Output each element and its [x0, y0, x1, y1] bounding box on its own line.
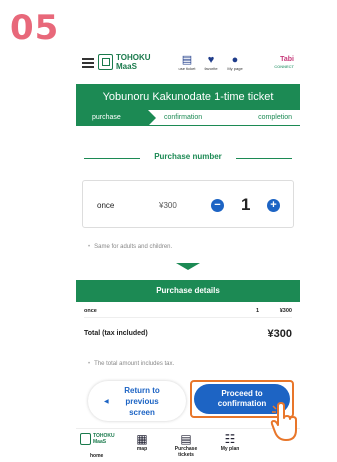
- header-my-page-label: My page: [227, 66, 243, 71]
- ticket-icon: ▤: [180, 432, 192, 446]
- tabi-logo-sub: CONNECT: [274, 64, 294, 69]
- nav-my-plan[interactable]: ☷ My plan: [212, 432, 248, 452]
- decrement-button[interactable]: −: [211, 199, 224, 212]
- details-item-price: ¥300: [279, 308, 292, 314]
- back-arrow-icon: ◀: [104, 399, 109, 405]
- total-value: ¥300: [267, 328, 292, 340]
- note-tax-included: The total amount includes tax.: [88, 361, 174, 367]
- person-icon: ●: [231, 54, 239, 66]
- total-label: Total (tax included): [84, 330, 148, 337]
- nav-logo-text: TOHOKU MaaS: [93, 433, 115, 445]
- step-purchase: purchase: [76, 110, 156, 126]
- heading-rule-right: [236, 158, 292, 159]
- return-label-line1: Return to: [124, 386, 160, 395]
- purchase-number-heading: Purchase number: [84, 152, 292, 164]
- nav-map-label: map: [136, 446, 148, 452]
- app-header: TOHOKU MaaS ▤ use ticket ♥ favorite ● My…: [76, 48, 300, 82]
- nav-home-label: home: [90, 453, 104, 459]
- return-to-previous-button[interactable]: ◀ Return to previous screen: [88, 381, 186, 421]
- logo-text-top: TOHOKU: [116, 53, 151, 62]
- return-label-line2: previous: [125, 397, 159, 406]
- plan-icon: ☷: [224, 432, 236, 446]
- bottom-navigation: TOHOKU MaaS home ▦ map ▤ Purchase ticket…: [76, 428, 300, 462]
- quantity-value: 1: [241, 195, 251, 214]
- progress-steps: purchase confirmation completion: [76, 110, 300, 126]
- details-item-name: once: [84, 308, 97, 314]
- nav-map[interactable]: ▦ map: [124, 432, 160, 452]
- phone-screen: TOHOKU MaaS ▤ use ticket ♥ favorite ● My…: [76, 48, 300, 462]
- pointing-hand-icon: [270, 402, 297, 441]
- tabi-logo-text: Tabi: [280, 56, 294, 63]
- heart-icon: ♥: [207, 54, 215, 66]
- proceed-label-line1: Proceed to: [221, 389, 263, 398]
- down-arrow-icon: [176, 263, 200, 270]
- header-use-ticket[interactable]: ▤ use ticket: [176, 54, 198, 71]
- nav-purchase-tickets[interactable]: ▤ Purchase tickets: [168, 432, 204, 458]
- ticket-unit-price: ¥300: [159, 201, 177, 210]
- logo-text-bottom: MaaS: [116, 62, 137, 71]
- nav-logo-line2: MaaS: [93, 439, 107, 445]
- header-favorite[interactable]: ♥ favorite: [200, 54, 222, 71]
- tohoku-maas-logo-icon: [98, 54, 113, 70]
- tohoku-maas-nav-logo-icon: [80, 433, 91, 445]
- header-use-ticket-label: use ticket: [178, 66, 196, 71]
- nav-my-plan-label: My plan: [220, 446, 240, 452]
- details-item-row: once 1 ¥300: [84, 308, 292, 318]
- header-favorite-label: favorite: [204, 66, 218, 71]
- ticket-icon: ▤: [181, 54, 193, 66]
- purchase-details-heading: Purchase details: [76, 280, 300, 302]
- details-item-count: 1: [256, 308, 260, 314]
- hamburger-menu-icon[interactable]: [82, 58, 94, 68]
- header-my-page[interactable]: ● My page: [224, 54, 246, 71]
- step-completion: completion: [258, 114, 292, 121]
- return-label-line3: screen: [129, 408, 155, 417]
- total-row: Total (tax included) ¥300: [84, 328, 292, 342]
- page-title: Yobunoru Kakunodate 1-time ticket: [76, 84, 300, 110]
- tabi-connect-logo[interactable]: Tabi CONNECT: [274, 56, 294, 70]
- quantity-card: once ¥300 − 1 +: [82, 180, 294, 228]
- map-icon: ▦: [136, 432, 148, 446]
- ticket-type-name: once: [97, 201, 115, 210]
- step-confirmation: confirmation: [164, 114, 203, 121]
- note-same-price: Same for adults and children.: [88, 244, 172, 250]
- increment-button[interactable]: +: [267, 199, 280, 212]
- nav-purchase-label-line2: tickets: [178, 452, 194, 458]
- purchase-number-heading-text: Purchase number: [154, 152, 222, 161]
- step-number: 05: [10, 8, 60, 48]
